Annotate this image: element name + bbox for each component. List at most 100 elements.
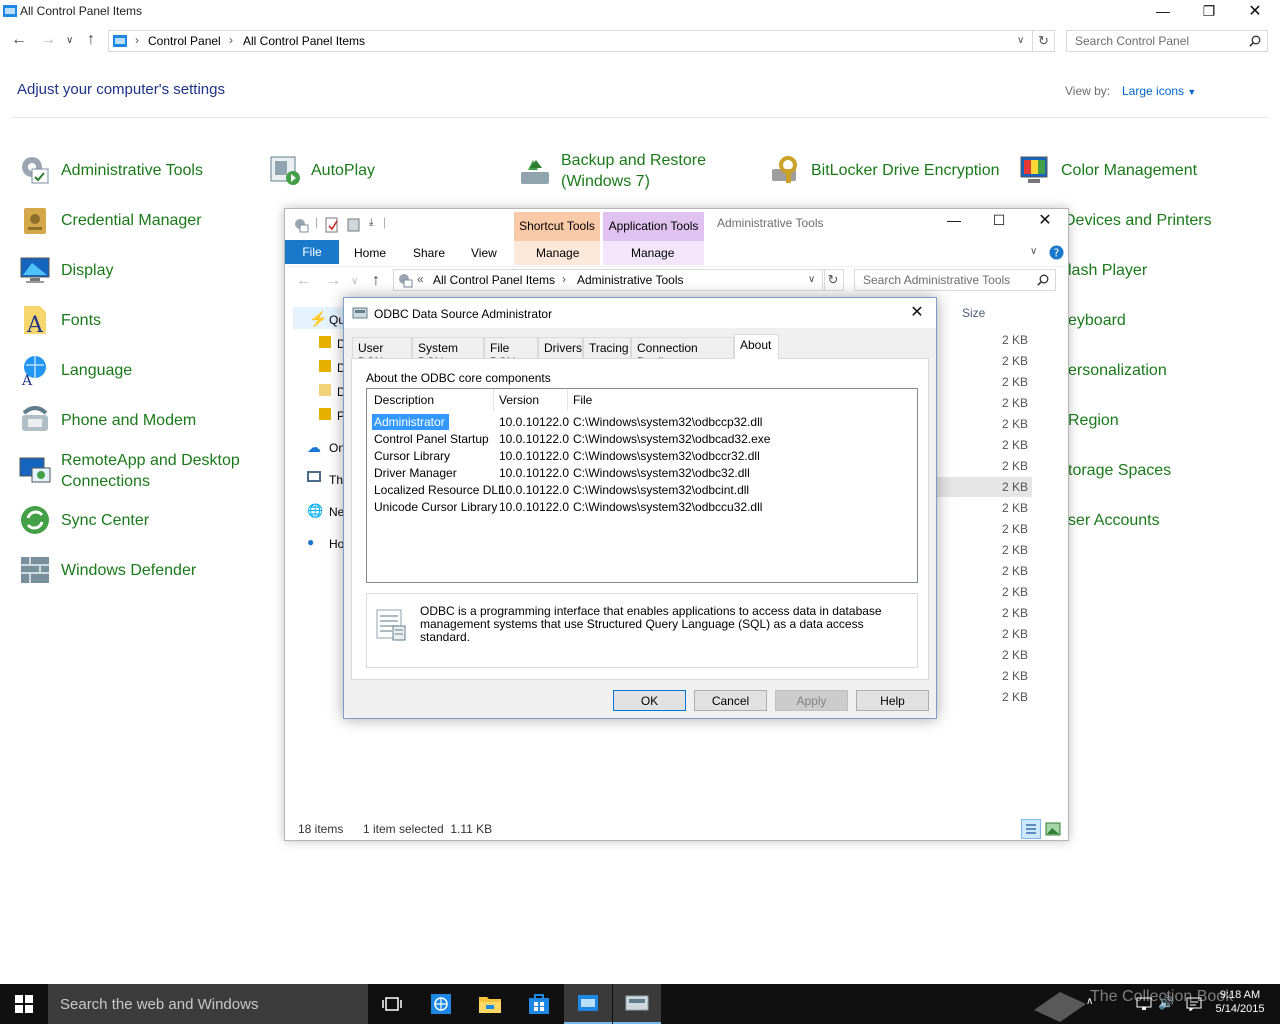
cp-item-remoteapp[interactable]: RemoteApp and Desktop Connections [18, 450, 241, 492]
volume-icon[interactable]: 🔊 [1158, 995, 1174, 1011]
address-dropdown-icon[interactable]: ∨ [1017, 35, 1024, 46]
taskbar-edge[interactable] [417, 984, 465, 1024]
cp-item-user-accounts[interactable]: ser Accounts [1068, 510, 1160, 531]
column-header-version[interactable]: Version [499, 393, 539, 407]
expand-ribbon-chevron-icon[interactable]: ∨ [1030, 246, 1037, 257]
core-components-list[interactable]: Description Version File Administrator 1… [366, 388, 918, 583]
tab-system-dsn[interactable]: System DSN [412, 337, 484, 369]
cp-item-windows-defender[interactable]: Windows Defender [18, 553, 196, 587]
ok-button[interactable]: OK [613, 690, 686, 711]
nav-item-this-pc[interactable]: Th [329, 473, 343, 487]
tab-application-tools[interactable]: Application Tools [603, 212, 704, 241]
table-row[interactable]: Localized Resource DLL 10.0.10122.0 C:\W… [367, 482, 917, 499]
details-view-icon[interactable] [1021, 819, 1041, 839]
action-center-icon[interactable] [1186, 997, 1202, 1011]
large-icons-view-icon[interactable] [1045, 822, 1061, 836]
column-header-description[interactable]: Description [374, 393, 434, 407]
explorer-back-arrow-icon[interactable]: ← [296, 272, 312, 290]
taskbar-search-box[interactable]: Search the web and Windows [48, 984, 368, 1024]
explorer-address-bar[interactable]: « All Control Panel Items › Administrati… [393, 269, 825, 291]
view-by-dropdown[interactable]: Large icons ▼ [1122, 84, 1196, 98]
network-icon[interactable] [1136, 997, 1152, 1011]
close-button[interactable]: ✕ [1232, 0, 1278, 22]
explorer-up-arrow-icon[interactable]: ↑ [372, 272, 380, 290]
cp-item-region[interactable]: Region [1068, 410, 1119, 431]
cp-item-personalization[interactable]: ersonalization [1068, 360, 1167, 381]
help-icon[interactable]: ? [1049, 245, 1064, 260]
taskbar-odbc[interactable] [613, 984, 661, 1024]
taskbar-store[interactable] [515, 984, 563, 1024]
taskbar-control-panel[interactable] [564, 984, 612, 1024]
cp-item-autoplay[interactable]: AutoPlay [268, 153, 375, 187]
breadcrumb-control-panel[interactable]: Control Panel [148, 34, 221, 48]
properties-icon[interactable] [325, 217, 339, 233]
cp-item-storage-spaces[interactable]: torage Spaces [1068, 460, 1171, 481]
tab-user-dsn[interactable]: User DSN [352, 337, 412, 369]
recent-locations-chevron-icon[interactable]: ∨ [66, 35, 73, 46]
cp-item-sync-center[interactable]: Sync Center [18, 503, 149, 537]
explorer-breadcrumb-admin-tools[interactable]: Administrative Tools [577, 273, 684, 287]
explorer-refresh-icon[interactable]: ↻ [822, 269, 844, 291]
explorer-forward-arrow-icon[interactable]: → [325, 272, 341, 290]
task-view-button[interactable] [368, 984, 416, 1024]
column-header-file[interactable]: File [573, 393, 592, 407]
new-folder-icon[interactable] [347, 217, 361, 233]
forward-arrow-icon[interactable]: → [40, 31, 56, 49]
breadcrumb-all-items[interactable]: All Control Panel Items [243, 34, 365, 48]
column-header-size[interactable]: Size [962, 306, 985, 320]
tab-drivers[interactable]: Drivers [538, 337, 583, 358]
explorer-breadcrumb-all-items[interactable]: All Control Panel Items [433, 273, 555, 287]
tab-view[interactable]: View [471, 246, 497, 260]
cancel-button[interactable]: Cancel [694, 690, 767, 711]
start-button[interactable] [0, 984, 48, 1024]
cp-item-flash-player[interactable]: lash Player [1068, 260, 1147, 281]
refresh-icon[interactable]: ↻ [1033, 30, 1055, 52]
cp-item-credential-manager[interactable]: Credential Manager [18, 203, 202, 237]
table-row[interactable]: Unicode Cursor Library 10.0.10122.0 C:\W… [367, 499, 917, 516]
cp-item-devices-and-printers[interactable]: Devices and Printers [1064, 210, 1212, 231]
customize-qat-chevron-icon[interactable]: ⤓ [369, 217, 373, 228]
explorer-close-button[interactable]: ✕ [1022, 209, 1068, 231]
tab-shortcut-manage[interactable]: Manage [536, 246, 579, 260]
explorer-address-dropdown-icon[interactable]: ∨ [808, 274, 815, 285]
cp-item-phone-and-modem[interactable]: Phone and Modem [18, 403, 196, 437]
cp-item-bitlocker[interactable]: BitLocker Drive Encryption [768, 153, 1000, 187]
explorer-recent-chevron-icon[interactable]: ∨ [351, 276, 358, 287]
table-row[interactable]: Driver Manager 10.0.10122.0 C:\Windows\s… [367, 465, 917, 482]
minimize-button[interactable]: — [1140, 0, 1186, 22]
tab-shortcut-tools[interactable]: Shortcut Tools [514, 212, 600, 241]
cp-item-keyboard[interactable]: eyboard [1068, 310, 1126, 331]
odbc-close-button[interactable]: ✕ [899, 300, 935, 324]
taskbar-clock[interactable]: 9:18 AM 5/14/2015 [1210, 988, 1270, 1016]
help-button[interactable]: Help [856, 690, 929, 711]
cp-item-language[interactable]: A Language [18, 353, 132, 387]
tab-tracing[interactable]: Tracing [583, 337, 631, 358]
tab-file-dsn[interactable]: File DSN [484, 337, 538, 369]
taskbar-file-explorer[interactable] [466, 984, 514, 1024]
tab-file[interactable]: File [285, 240, 339, 264]
explorer-minimize-button[interactable]: — [931, 209, 977, 231]
control-panel-search-input[interactable]: Search Control Panel [1066, 30, 1268, 52]
restore-button[interactable]: ❐ [1186, 0, 1232, 22]
tab-home[interactable]: Home [354, 246, 386, 260]
cp-item-fonts[interactable]: A Fonts [18, 303, 101, 337]
cp-item-backup-and-restore[interactable]: Backup and Restore (Windows 7) [518, 150, 711, 192]
apply-button[interactable]: Apply [775, 690, 848, 711]
tab-about[interactable]: About [734, 334, 779, 359]
cp-item-color-management[interactable]: Color Management [1018, 153, 1197, 187]
up-arrow-icon[interactable]: ↑ [87, 31, 95, 49]
tab-share[interactable]: Share [413, 246, 445, 260]
table-row[interactable]: Control Panel Startup 10.0.10122.0 C:\Wi… [367, 431, 917, 448]
table-row[interactable]: Administrator 10.0.10122.0 C:\Windows\sy… [367, 414, 917, 431]
show-hidden-icons-chevron-icon[interactable]: ∧ [1086, 996, 1093, 1007]
tab-connection-pooling[interactable]: Connection Pooling [631, 337, 734, 369]
table-row[interactable]: Cursor Library 10.0.10122.0 C:\Windows\s… [367, 448, 917, 465]
explorer-maximize-button[interactable]: ☐ [976, 209, 1022, 231]
cp-item-administrative-tools[interactable]: Administrative Tools [18, 153, 203, 187]
overflow-chevron-icon[interactable]: « [417, 272, 424, 286]
address-bar[interactable]: › Control Panel › All Control Panel Item… [108, 30, 1033, 52]
explorer-search-input[interactable]: Search Administrative Tools [854, 269, 1056, 291]
back-arrow-icon[interactable]: ← [11, 31, 27, 49]
cp-item-display[interactable]: Display [18, 253, 113, 287]
tab-application-manage[interactable]: Manage [631, 246, 674, 260]
